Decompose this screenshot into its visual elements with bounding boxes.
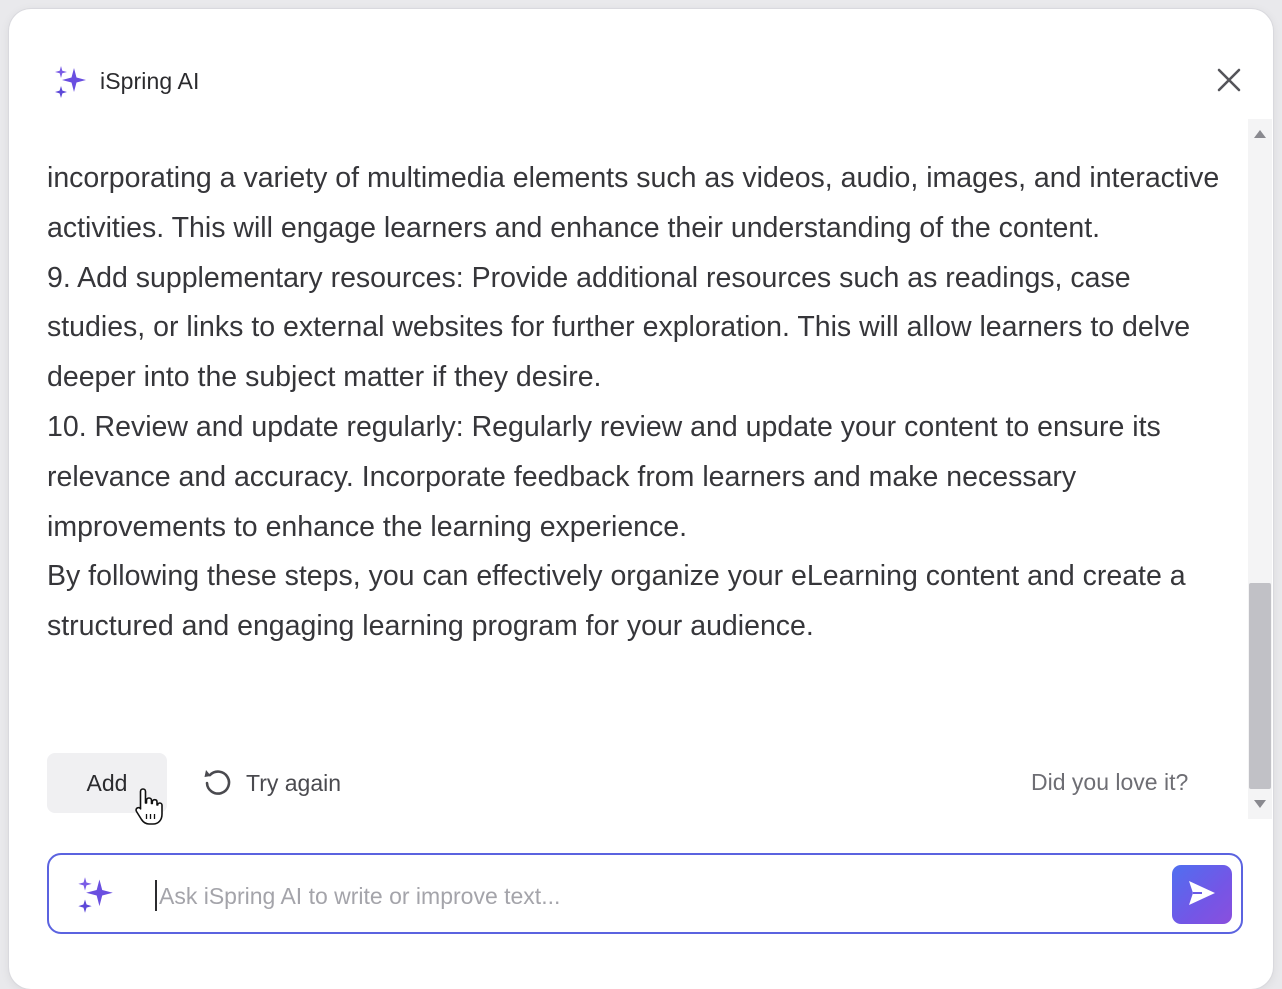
chat-input[interactable]: [157, 873, 1161, 919]
scroll-down-arrow-icon[interactable]: [1253, 797, 1267, 811]
chat-input-box[interactable]: [47, 853, 1243, 934]
scroll-up-arrow-icon[interactable]: [1253, 127, 1267, 141]
dialog-title: iSpring AI: [100, 68, 200, 94]
send-icon: [1188, 880, 1216, 909]
scrollbar-thumb[interactable]: [1249, 583, 1271, 789]
try-again-button[interactable]: Try again: [202, 763, 341, 803]
response-paragraph: incorporating a variety of multimedia el…: [47, 162, 1220, 244]
response-paragraph: 9. Add supplementary resources: Provide …: [47, 261, 1191, 394]
sparkles-icon: [75, 875, 115, 915]
try-again-label: Try again: [246, 769, 342, 796]
sparkles-icon: [52, 64, 88, 100]
vertical-scrollbar[interactable]: [1248, 119, 1272, 819]
send-button[interactable]: [1172, 865, 1232, 924]
hand-pointer-cursor-icon: [134, 787, 164, 827]
response-paragraph: By following these steps, you can effect…: [47, 560, 1186, 643]
close-icon: [1217, 68, 1241, 97]
response-actions: Add Try again Did you love it?: [9, 749, 1239, 825]
feedback-prompt[interactable]: Did you love it?: [1031, 769, 1188, 796]
response-paragraph: 10. Review and update regularly: Regular…: [47, 410, 1161, 543]
ai-response-text: incorporating a variety of multimedia el…: [47, 154, 1232, 652]
refresh-icon: [202, 766, 232, 801]
ispring-ai-dialog: iSpring AI incorporating a variety of mu…: [9, 9, 1273, 989]
dialog-header: iSpring AI: [9, 9, 1273, 119]
close-button[interactable]: [1214, 67, 1244, 97]
